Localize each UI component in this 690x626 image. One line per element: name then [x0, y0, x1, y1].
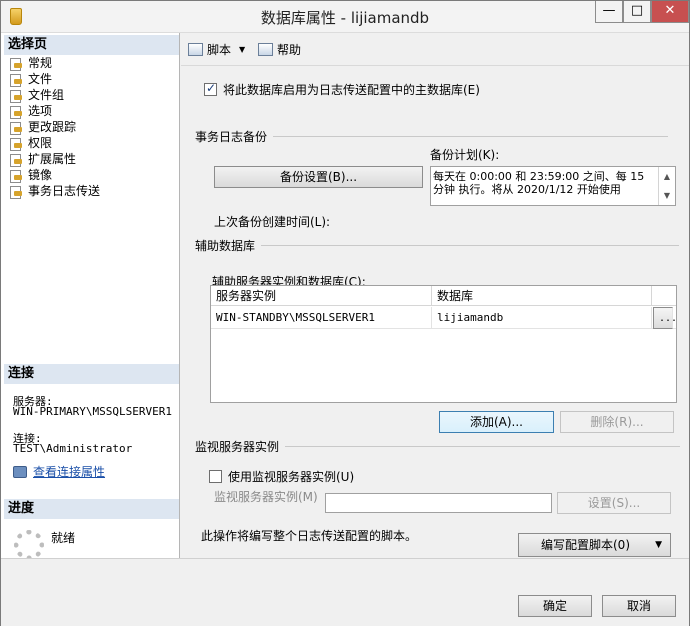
page-icon: [9, 137, 23, 151]
script-config-button[interactable]: 编写配置脚本(0) ▼: [518, 533, 671, 557]
secondary-db-group-label: 辅助数据库: [195, 237, 680, 254]
monitor-group-label: 监视服务器实例: [195, 438, 681, 455]
use-monitor-row[interactable]: 使用监视服务器实例(U): [209, 468, 354, 485]
monitor-settings-button[interactable]: 设置(S)...: [557, 492, 671, 514]
monitor-instance-input[interactable]: [325, 493, 552, 513]
page-item-options[interactable]: 选项: [9, 103, 100, 119]
help-icon: [258, 43, 273, 56]
progress-spinner-icon: [14, 530, 44, 560]
page-item-general[interactable]: 常规: [9, 55, 100, 71]
page-icon: [9, 153, 23, 167]
connection-header: 连接: [4, 364, 179, 384]
page-item-extended-properties[interactable]: 扩展属性: [9, 151, 100, 167]
page-icon: [9, 73, 23, 87]
script-config-label: 编写配置脚本(0): [541, 538, 630, 552]
group-divider: [285, 446, 681, 447]
scroll-down-icon[interactable]: ▼: [658, 186, 675, 205]
progress-status: 就绪: [51, 531, 76, 545]
enable-primary-row[interactable]: 将此数据库启用为日志传送配置中的主数据库(E): [204, 81, 480, 98]
page-item-permissions[interactable]: 权限: [9, 135, 100, 151]
enable-primary-label: 将此数据库启用为日志传送配置中的主数据库(E): [223, 83, 480, 97]
dropdown-arrow-icon: ▼: [239, 45, 246, 54]
view-connection-properties-link[interactable]: 查看连接属性: [13, 463, 105, 480]
backup-schedule-text: 每天在 0:00:00 和 23:59:00 之间、每 15 分钟 执行。将从 …: [433, 170, 645, 196]
page-item-files[interactable]: 文件: [9, 71, 100, 87]
monitor-instance-label: 监视服务器实例(M): [214, 490, 318, 504]
grid-header: 服务器实例 数据库: [211, 286, 676, 306]
connection-value: TEST\Administrator: [13, 442, 133, 455]
backup-schedule-label: 备份计划(K):: [430, 148, 500, 162]
dropdown-arrow-icon: ▼: [655, 540, 662, 550]
server-value: WIN-PRIMARY\MSSQLSERVER1: [13, 405, 172, 418]
use-monitor-checkbox[interactable]: [209, 470, 222, 483]
ok-button[interactable]: 确定: [518, 595, 592, 617]
table-row[interactable]: WIN-STANDBY\MSSQLSERVER1 lijiamandb ...: [211, 307, 677, 329]
title-bar: 数据库属性 - lijiamandb — □ ✕: [1, 1, 689, 33]
remove-button[interactable]: 删除(R)...: [560, 411, 674, 433]
help-button[interactable]: 帮助: [258, 41, 301, 58]
database-properties-window: 数据库属性 - lijiamandb — □ ✕ 选择页 常规 文件 文件组 选…: [0, 0, 690, 626]
select-page-header: 选择页: [4, 35, 179, 55]
page-icon: [9, 185, 23, 199]
backup-schedule-textbox[interactable]: 每天在 0:00:00 和 23:59:00 之间、每 15 分钟 执行。将从 …: [430, 166, 676, 206]
last-backup-label: 上次备份创建时间(L):: [214, 215, 331, 229]
properties-panel: 脚本 ▼ 帮助 将此数据库启用为日志传送配置中的主数据库(E) 事务日志备份 备…: [181, 33, 689, 590]
window-title: 数据库属性 - lijiamandb: [260, 9, 430, 27]
dialog-footer: 确定 取消: [1, 559, 689, 626]
column-header-server-instance[interactable]: 服务器实例: [211, 286, 432, 306]
toolbar-divider: [181, 65, 689, 66]
cell-database[interactable]: lijiamandb: [432, 307, 652, 329]
cell-server-instance[interactable]: WIN-STANDBY\MSSQLSERVER1: [211, 307, 432, 329]
scroll-up-icon[interactable]: ▲: [658, 167, 675, 186]
connection-properties-icon: [13, 465, 27, 478]
script-icon: [188, 43, 203, 56]
secondary-instances-grid[interactable]: 服务器实例 数据库 WIN-STANDBY\MSSQLSERVER1 lijia…: [210, 285, 677, 403]
column-header-database[interactable]: 数据库: [432, 286, 652, 306]
page-icon: [9, 89, 23, 103]
view-connection-properties-label: 查看连接属性: [33, 465, 106, 479]
page-icon: [9, 169, 23, 183]
progress-header: 进度: [4, 499, 179, 519]
script-note: 此操作将编写整个日志传送配置的脚本。: [201, 529, 418, 543]
left-pane: 选择页 常规 文件 文件组 选项 更改跟踪 权限 扩展属性 镜像 事务日志传送 …: [1, 33, 180, 626]
script-label: 脚本: [207, 43, 232, 57]
page-list: 常规 文件 文件组 选项 更改跟踪 权限 扩展属性 镜像 事务日志传送: [9, 55, 101, 199]
help-label: 帮助: [277, 43, 302, 57]
backup-settings-button[interactable]: 备份设置(B)...: [214, 166, 423, 188]
add-button[interactable]: 添加(A)...: [439, 411, 554, 433]
enable-primary-checkbox[interactable]: [204, 81, 217, 96]
group-divider: [273, 136, 669, 137]
page-icon: [9, 57, 23, 71]
toolbar: 脚本 ▼ 帮助: [181, 33, 689, 66]
page-icon: [9, 105, 23, 119]
group-divider: [261, 245, 680, 246]
cancel-button[interactable]: 取消: [602, 595, 676, 617]
row-edit-button[interactable]: ...: [653, 307, 677, 329]
minimize-button[interactable]: —: [595, 1, 623, 23]
close-button[interactable]: ✕: [651, 1, 689, 23]
page-item-filegroups[interactable]: 文件组: [9, 87, 100, 103]
tlog-backup-group-label: 事务日志备份: [195, 128, 669, 145]
page-item-mirroring[interactable]: 镜像: [9, 167, 100, 183]
page-item-change-tracking[interactable]: 更改跟踪: [9, 119, 100, 135]
script-button[interactable]: 脚本 ▼: [188, 41, 245, 58]
use-monitor-label: 使用监视服务器实例(U): [228, 470, 355, 484]
page-item-log-shipping[interactable]: 事务日志传送: [9, 183, 101, 199]
page-icon: [9, 121, 23, 135]
maximize-button[interactable]: □: [623, 1, 651, 23]
